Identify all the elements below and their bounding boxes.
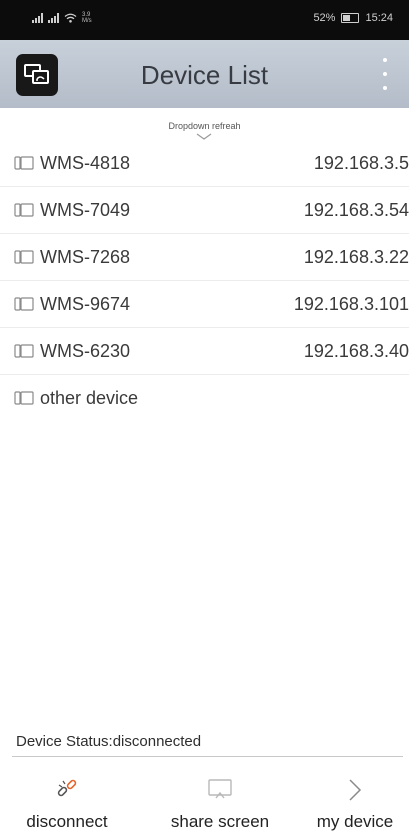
wifi-icon	[64, 13, 77, 23]
disconnect-label: disconnect	[26, 812, 108, 831]
device-ip: 192.168.3.40	[303, 340, 409, 361]
screen: 3.9 M/s 52% 15:24 Device List Dropdown r…	[0, 0, 409, 835]
device-name: WMS-9674	[40, 293, 131, 314]
my-device-label: my device	[316, 812, 394, 831]
broken-link-icon	[57, 779, 77, 797]
app-bar: Device List	[0, 40, 409, 108]
device-ip: 192.168.3.101	[293, 293, 409, 314]
cast-screen-icon	[208, 779, 232, 799]
more-vert-icon[interactable]	[379, 58, 391, 90]
divider	[12, 756, 403, 757]
device-ip: 192.168.3.54	[303, 199, 409, 220]
device-ip: 192.168.3.5	[313, 152, 409, 173]
device-icon	[14, 297, 34, 311]
bottom-nav: disconnect share screen my device	[0, 760, 409, 835]
device-list: WMS-4818 192.168.3.5 WMS-7049 192.168.3.…	[0, 140, 409, 421]
share-screen-label: share screen	[170, 812, 270, 831]
device-icon	[14, 156, 34, 170]
signal-icon	[32, 13, 43, 23]
disconnect-button[interactable]: disconnect	[12, 760, 122, 835]
battery-icon	[341, 13, 360, 23]
device-icon	[14, 203, 34, 217]
refresh-hint: Dropdown refreah	[168, 121, 241, 131]
my-device-button[interactable]: my device	[305, 760, 405, 835]
status-bar: 3.9 M/s 52% 15:24	[0, 0, 409, 40]
device-list-item[interactable]: WMS-9674 192.168.3.101	[0, 281, 409, 328]
device-icon	[14, 250, 34, 264]
device-name: WMS-7268	[40, 246, 131, 267]
device-name: WMS-4818	[40, 152, 131, 173]
status-right: 52% 15:24	[313, 12, 393, 24]
device-list-item-other[interactable]: other device	[0, 375, 409, 421]
status-indicators: 3.9 M/s	[32, 12, 92, 24]
signal-icon	[48, 13, 59, 23]
device-list-item[interactable]: WMS-4818 192.168.3.5	[0, 140, 409, 187]
device-status: Device Status:disconnected	[16, 733, 202, 750]
battery-percent: 52%	[313, 12, 336, 24]
device-list-item[interactable]: WMS-6230 192.168.3.40	[0, 328, 409, 375]
device-icon	[14, 391, 34, 405]
chevron-right-icon	[349, 779, 362, 801]
clock: 15:24	[365, 12, 393, 24]
share-screen-button[interactable]: share screen	[155, 760, 285, 835]
device-ip: 192.168.3.22	[303, 246, 409, 267]
device-name: other device	[40, 387, 139, 408]
device-list-item[interactable]: WMS-7268 192.168.3.22	[0, 234, 409, 281]
device-icon	[14, 344, 34, 358]
network-speed: 3.9 M/s	[82, 12, 92, 24]
device-list-item[interactable]: WMS-7049 192.168.3.54	[0, 187, 409, 234]
page-title: Device List	[140, 60, 269, 90]
device-name: WMS-6230	[40, 340, 131, 361]
device-name: WMS-7049	[40, 199, 131, 220]
